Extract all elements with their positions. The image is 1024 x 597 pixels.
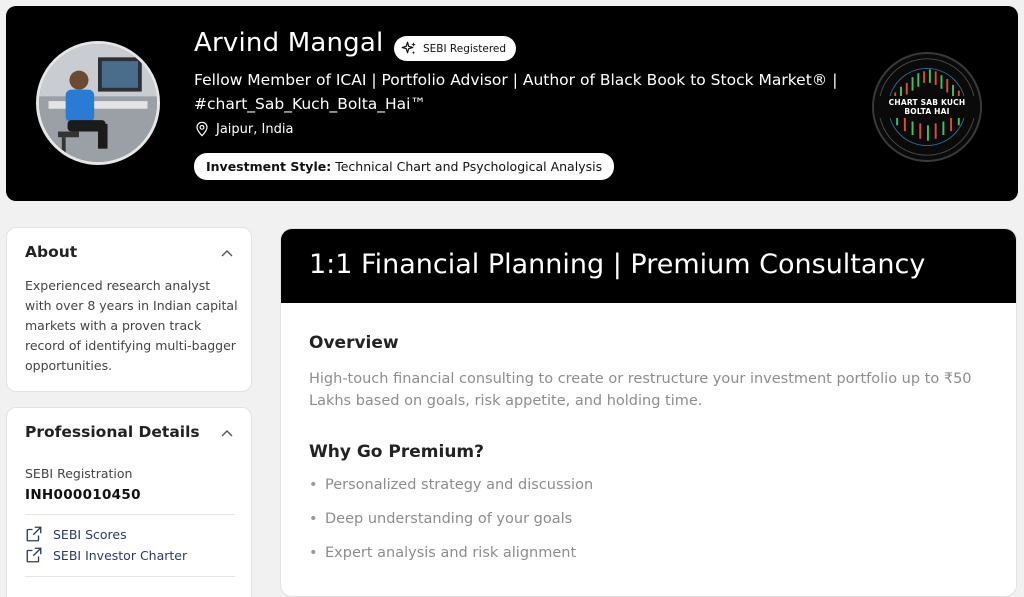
investment-style-pill: Investment Style: Technical Chart and Ps… <box>194 153 615 180</box>
bullet-dot: • <box>309 477 318 493</box>
external-link-icon <box>26 547 42 563</box>
sebi-registration-number: INH000010450 <box>25 487 141 503</box>
professional-details-card: Professional Details SEBI Registration I… <box>6 407 252 597</box>
profile-headline: Fellow Member of ICAI | Portfolio Adviso… <box>194 71 838 113</box>
service-header: 1:1 Financial Planning | Premium Consult… <box>281 229 1016 303</box>
location-pin-icon <box>196 121 208 137</box>
chevron-up-icon[interactable] <box>221 249 233 257</box>
service-card: 1:1 Financial Planning | Premium Consult… <box>280 228 1017 597</box>
why-premium-heading: Why Go Premium? <box>309 442 484 462</box>
profile-location: Jaipur, India <box>194 121 293 137</box>
location-text: Jaipur, India <box>216 121 294 137</box>
avatar <box>36 41 160 165</box>
list-item: • Expert analysis and risk alignment <box>309 545 593 579</box>
investment-style-value: Technical Chart and Psychological Analys… <box>335 159 603 174</box>
benefit-text: Deep understanding of your goals <box>325 511 573 527</box>
list-item: • Personalized strategy and discussion <box>309 477 593 511</box>
chevron-up-icon[interactable] <box>221 429 233 437</box>
badge-label: SEBI Registered <box>423 42 507 55</box>
benefit-text: Expert analysis and risk alignment <box>325 545 577 561</box>
logo-text: CHART SAB KUCH BOLTA HAI <box>874 96 980 118</box>
benefit-text: Personalized strategy and discussion <box>325 477 594 493</box>
about-card: About Experienced research analyst with … <box>6 227 252 392</box>
avatar-photo <box>39 44 157 162</box>
about-title: About <box>25 243 78 261</box>
profile-name: Arvind Mangal <box>194 28 384 58</box>
service-title: 1:1 Financial Planning | Premium Consult… <box>309 249 926 280</box>
about-text: Experienced research analyst with over 8… <box>25 278 238 373</box>
bullet-dot: • <box>309 511 318 527</box>
overview-heading: Overview <box>309 333 399 353</box>
list-item: • Deep understanding of your goals <box>309 511 593 545</box>
benefits-list: • Personalized strategy and discussion • D… <box>309 477 593 579</box>
bullet-dot: • <box>309 545 318 561</box>
sparkle-icon <box>401 41 416 54</box>
sebi-scores-link[interactable]: SEBI Scores <box>25 525 127 543</box>
brand-logo: CHART SAB KUCH BOLTA HAI <box>872 52 982 162</box>
professional-details-title: Professional Details <box>25 423 200 441</box>
divider <box>25 576 235 577</box>
sebi-registered-badge: SEBI Registered <box>394 36 517 61</box>
overview-text: High-touch financial consulting to creat… <box>309 371 972 409</box>
sebi-registration-label: SEBI Registration <box>25 466 133 481</box>
profile-header: Arvind Mangal SEBI Registered Fellow Mem… <box>6 6 1018 201</box>
investment-style-label: Investment Style: <box>206 159 332 174</box>
divider <box>25 514 235 515</box>
sebi-scores-label: SEBI Scores <box>53 526 127 542</box>
sebi-investor-charter-label: SEBI Investor Charter <box>53 547 188 563</box>
sebi-investor-charter-link[interactable]: SEBI Investor Charter <box>25 546 187 564</box>
external-link-icon <box>26 526 42 542</box>
